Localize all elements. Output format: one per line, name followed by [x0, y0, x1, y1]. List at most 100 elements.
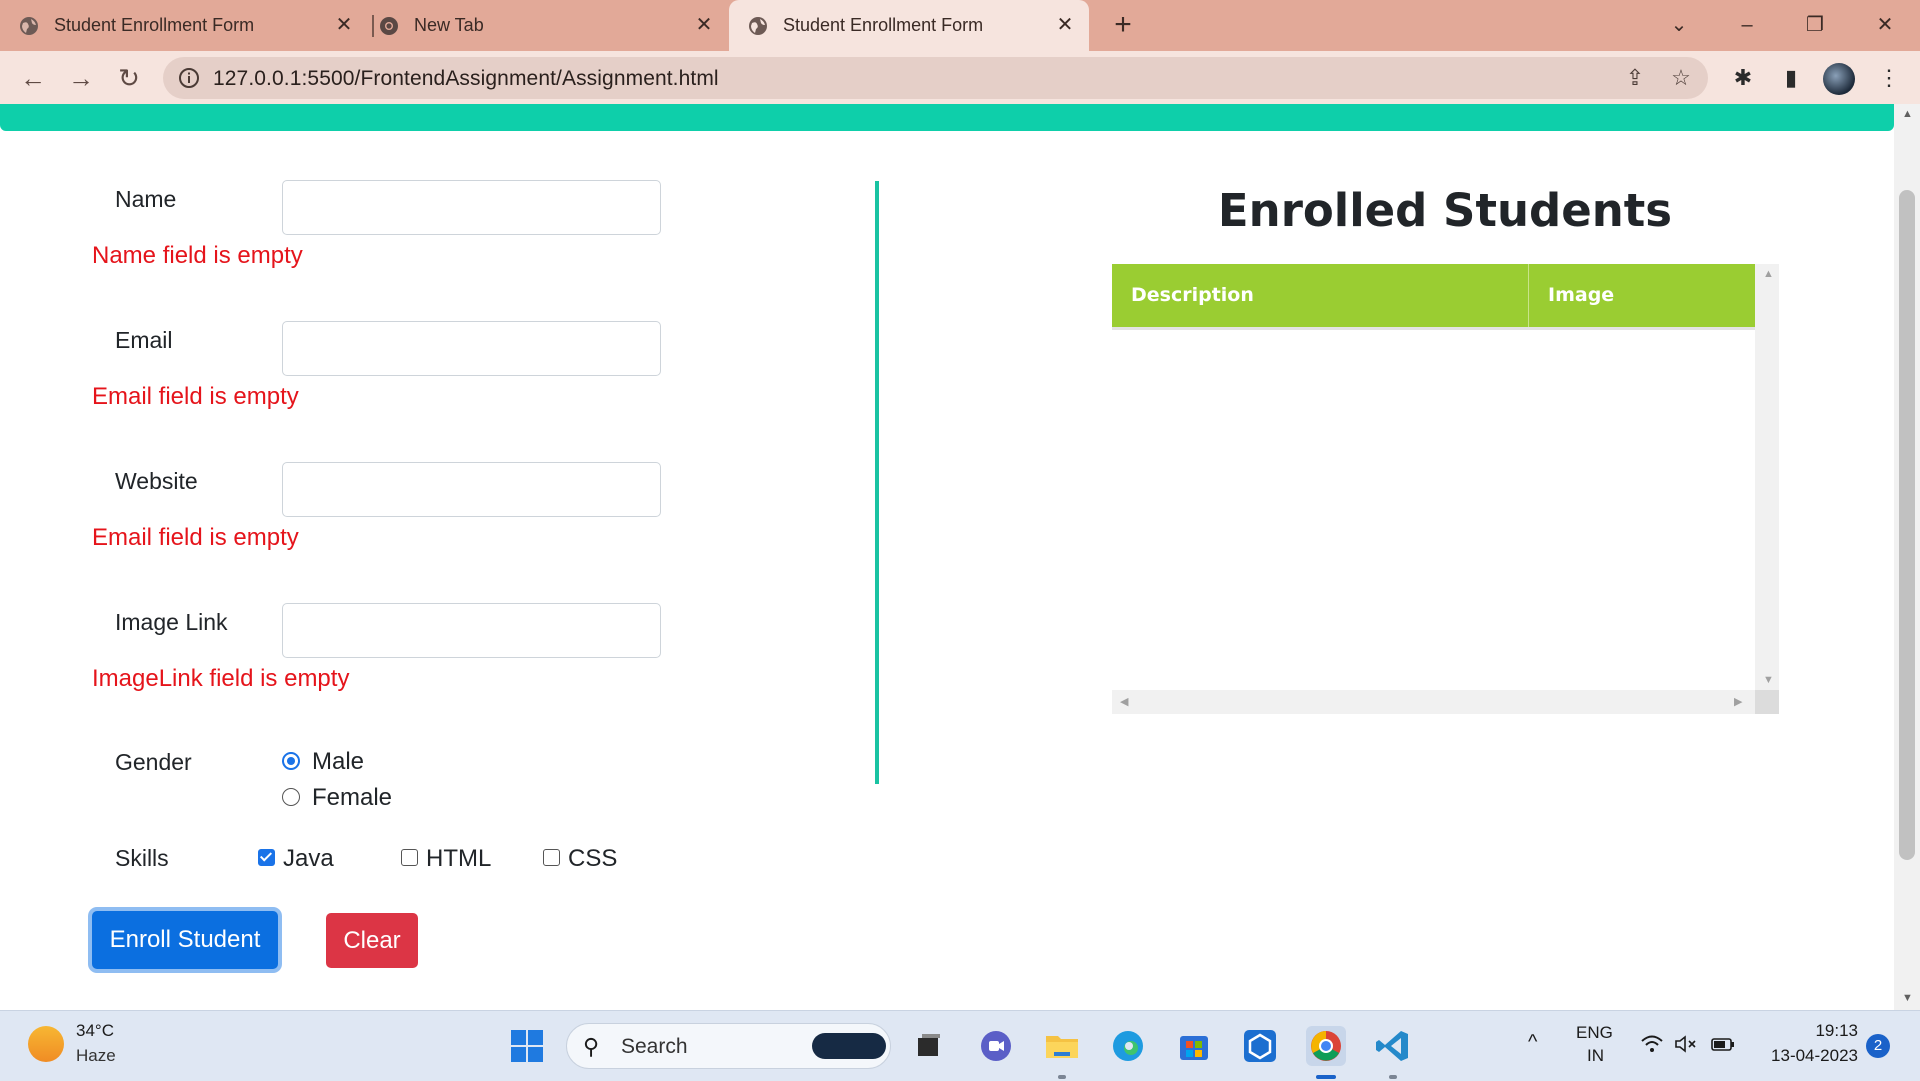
table-horizontal-scrollbar[interactable]: ◀ ▶	[1112, 690, 1755, 714]
forward-arrow-icon[interactable]: →	[66, 63, 96, 93]
chrome-active-indicator	[1316, 1075, 1336, 1079]
gender-female-radio[interactable]	[282, 788, 300, 806]
microsoft-store-icon[interactable]	[1174, 1026, 1214, 1066]
chrome-taskbar-icon[interactable]	[1306, 1026, 1346, 1066]
website-input[interactable]	[282, 462, 661, 517]
tab-title: Student Enrollment Form	[54, 15, 255, 35]
enrolled-students-heading: Enrolled Students	[1217, 184, 1673, 237]
restore-button[interactable]: ❐	[1800, 10, 1830, 40]
explorer-running-indicator	[1058, 1075, 1066, 1079]
tab-search-chevron-icon[interactable]: ⌄	[1664, 10, 1694, 40]
side-panel-icon[interactable]: ▮	[1776, 63, 1806, 93]
email-label: Email	[115, 327, 173, 353]
clock-time[interactable]: 19:13	[1808, 1021, 1858, 1041]
page-scroll-thumb[interactable]	[1899, 190, 1915, 860]
search-highlight-badge	[812, 1033, 886, 1059]
vscode-icon[interactable]	[1373, 1026, 1413, 1066]
battery-icon[interactable]	[1710, 1033, 1736, 1055]
new-tab-button[interactable]: +	[1108, 10, 1138, 40]
tab-student-enrollment-active[interactable]: Student Enrollment Form ✕	[729, 0, 1089, 51]
scroll-up-arrow-icon[interactable]: ▲	[1763, 268, 1774, 280]
tab-title: Student Enrollment Form	[783, 15, 984, 35]
profile-avatar[interactable]	[1823, 63, 1855, 95]
clock-date[interactable]: 13-04-2023	[1758, 1046, 1858, 1066]
browser-tab-bar: Student Enrollment Form ✕ New Tab ✕ Stud…	[0, 0, 1920, 51]
menu-kebab-icon[interactable]: ⋮	[1874, 63, 1904, 93]
tab-new-tab[interactable]: New Tab ✕	[378, 0, 728, 51]
scroll-down-arrow-icon[interactable]: ▼	[1763, 674, 1774, 686]
language-indicator[interactable]: ENG	[1576, 1023, 1613, 1043]
name-error: Name field is empty	[92, 242, 303, 269]
page-scroll-up-arrow-icon[interactable]: ▲	[1902, 108, 1913, 120]
task-view-icon[interactable]	[908, 1026, 948, 1066]
address-bar[interactable]: 127.0.0.1:5500/FrontendAssignment/Assign…	[163, 57, 1708, 99]
minimize-button[interactable]: –	[1732, 10, 1762, 40]
teams-chat-icon[interactable]	[976, 1026, 1016, 1066]
gender-label: Gender	[115, 749, 192, 775]
tray-overflow-chevron-icon[interactable]: ^	[1528, 1031, 1537, 1054]
windows-start-icon[interactable]	[507, 1026, 547, 1066]
language-region[interactable]: IN	[1587, 1046, 1604, 1066]
column-header-description: Description	[1112, 264, 1529, 327]
notification-count-badge[interactable]: 2	[1866, 1034, 1890, 1058]
tab-close-icon[interactable]: ✕	[692, 13, 716, 37]
vscode-running-indicator	[1389, 1075, 1397, 1079]
url-text[interactable]: 127.0.0.1:5500/FrontendAssignment/Assign…	[213, 67, 719, 91]
weather-haze-icon[interactable]	[28, 1026, 64, 1062]
app-cube-icon[interactable]	[1240, 1026, 1280, 1066]
email-error: Email field is empty	[92, 383, 299, 410]
gender-male-label[interactable]: Male	[312, 748, 364, 776]
share-icon[interactable]: ⇪	[1622, 65, 1648, 91]
back-arrow-icon[interactable]: ←	[18, 63, 48, 93]
page-scroll-down-arrow-icon[interactable]: ▼	[1902, 992, 1913, 1004]
chrome-icon	[380, 16, 398, 35]
enroll-student-button[interactable]: Enroll Student	[92, 911, 278, 969]
weather-temperature[interactable]: 34°C	[76, 1021, 114, 1041]
file-explorer-icon[interactable]	[1042, 1026, 1082, 1066]
taskbar-search-box[interactable]: ⚲ Search	[566, 1023, 891, 1069]
bookmark-star-icon[interactable]: ☆	[1668, 65, 1694, 91]
wifi-icon[interactable]	[1640, 1033, 1664, 1055]
volume-muted-icon[interactable]	[1674, 1033, 1698, 1055]
skill-css-checkbox[interactable]	[543, 849, 560, 866]
page-vertical-scrollbar[interactable]: ▲ ▼	[1894, 104, 1920, 1010]
skill-java-checkbox[interactable]	[258, 849, 275, 866]
tab-close-icon[interactable]: ✕	[1053, 13, 1077, 37]
tab-close-icon[interactable]: ✕	[332, 13, 356, 37]
skill-css-label[interactable]: CSS	[568, 845, 617, 873]
clear-button[interactable]: Clear	[326, 913, 418, 968]
search-icon: ⚲	[583, 1034, 600, 1059]
globe-icon	[20, 16, 38, 35]
tab-student-enrollment-1[interactable]: Student Enrollment Form ✕	[18, 0, 368, 51]
info-icon[interactable]	[177, 66, 201, 90]
skill-html-label[interactable]: HTML	[426, 845, 491, 873]
skill-html-checkbox[interactable]	[401, 849, 418, 866]
reload-icon[interactable]: ↻	[114, 63, 144, 93]
vertical-divider	[875, 181, 879, 784]
scroll-left-arrow-icon[interactable]: ◀	[1120, 695, 1128, 708]
website-error: Email field is empty	[92, 524, 299, 551]
tab-title: New Tab	[414, 15, 484, 35]
name-input[interactable]	[282, 180, 661, 235]
name-label: Name	[115, 186, 177, 212]
tab-separator	[372, 15, 374, 37]
table-vertical-scrollbar[interactable]: ▲ ▼	[1755, 264, 1779, 690]
windows-taskbar: 34°C Haze ⚲ Search ^ ENG IN 19:13 13-04-…	[0, 1010, 1920, 1081]
scroll-right-arrow-icon[interactable]: ▶	[1734, 695, 1742, 708]
gender-female-label[interactable]: Female	[312, 784, 392, 812]
email-input[interactable]	[282, 321, 661, 376]
edge-browser-icon[interactable]	[1108, 1026, 1148, 1066]
globe-icon	[749, 16, 767, 35]
image-link-input[interactable]	[282, 603, 661, 658]
weather-description[interactable]: Haze	[76, 1046, 116, 1066]
browser-toolbar: ← → ↻ 127.0.0.1:5500/FrontendAssignment/…	[0, 51, 1920, 104]
skills-label: Skills	[115, 845, 169, 871]
scrollbar-corner	[1755, 690, 1779, 714]
gender-male-radio[interactable]	[282, 752, 300, 770]
extensions-puzzle-icon[interactable]: ✱	[1728, 63, 1758, 93]
website-label: Website	[115, 468, 198, 494]
table-header-row: Description Image	[1112, 264, 1755, 330]
enrolled-students-table: Description Image ▲ ▼ ◀ ▶	[1112, 264, 1779, 714]
skill-java-label[interactable]: Java	[283, 845, 334, 873]
close-window-button[interactable]: ✕	[1870, 10, 1900, 40]
